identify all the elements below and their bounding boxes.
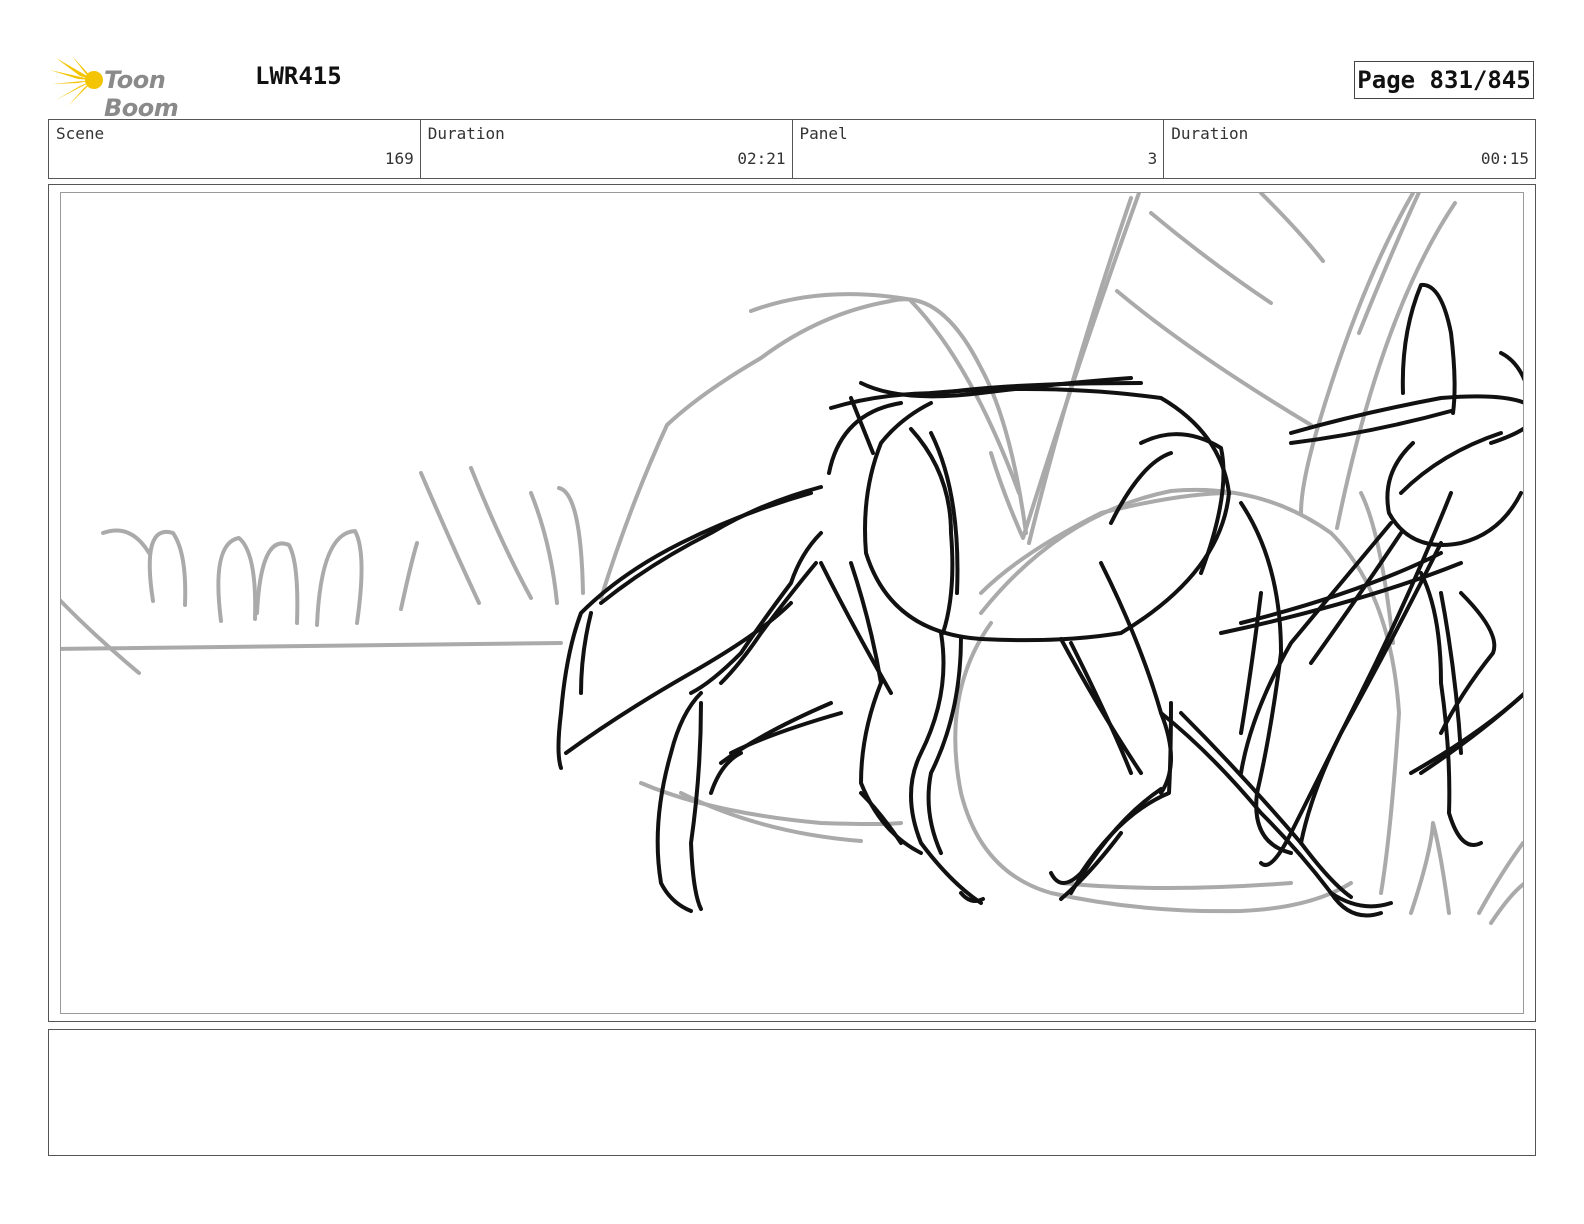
- panel-duration-value: 00:15: [1480, 149, 1529, 168]
- panel-cell: Panel 3: [793, 120, 1165, 178]
- panel-label: Panel: [799, 124, 848, 143]
- toon-boom-logo: Toon Boom: [50, 54, 240, 122]
- scene-duration-cell: Duration 02:21: [421, 120, 793, 178]
- project-code: LWR415: [255, 62, 342, 90]
- background-sketch: [61, 193, 1523, 925]
- panel-artwork: [60, 192, 1524, 1014]
- scene-label: Scene: [56, 124, 105, 143]
- scene-value: 169: [384, 149, 414, 168]
- scene-cell: Scene 169: [49, 120, 421, 178]
- scene-duration-label: Duration: [427, 124, 505, 143]
- scene-duration-value: 02:21: [737, 149, 786, 168]
- logo-text: Toon Boom: [104, 66, 179, 122]
- info-bar: Scene 169 Duration 02:21 Panel 3 Duratio…: [48, 119, 1536, 179]
- panel-duration-label: Duration: [1171, 124, 1249, 143]
- panel-value: 3: [1147, 149, 1158, 168]
- panel-duration-cell: Duration 00:15: [1164, 120, 1535, 178]
- storyboard-panel: [48, 184, 1536, 1022]
- starburst-icon: [50, 56, 103, 106]
- notes-box: [48, 1029, 1536, 1156]
- wolf-sketch-drawing: [61, 193, 1523, 925]
- page-number: Page 831/845: [1354, 61, 1534, 99]
- wolf-sketch: [556, 282, 1523, 918]
